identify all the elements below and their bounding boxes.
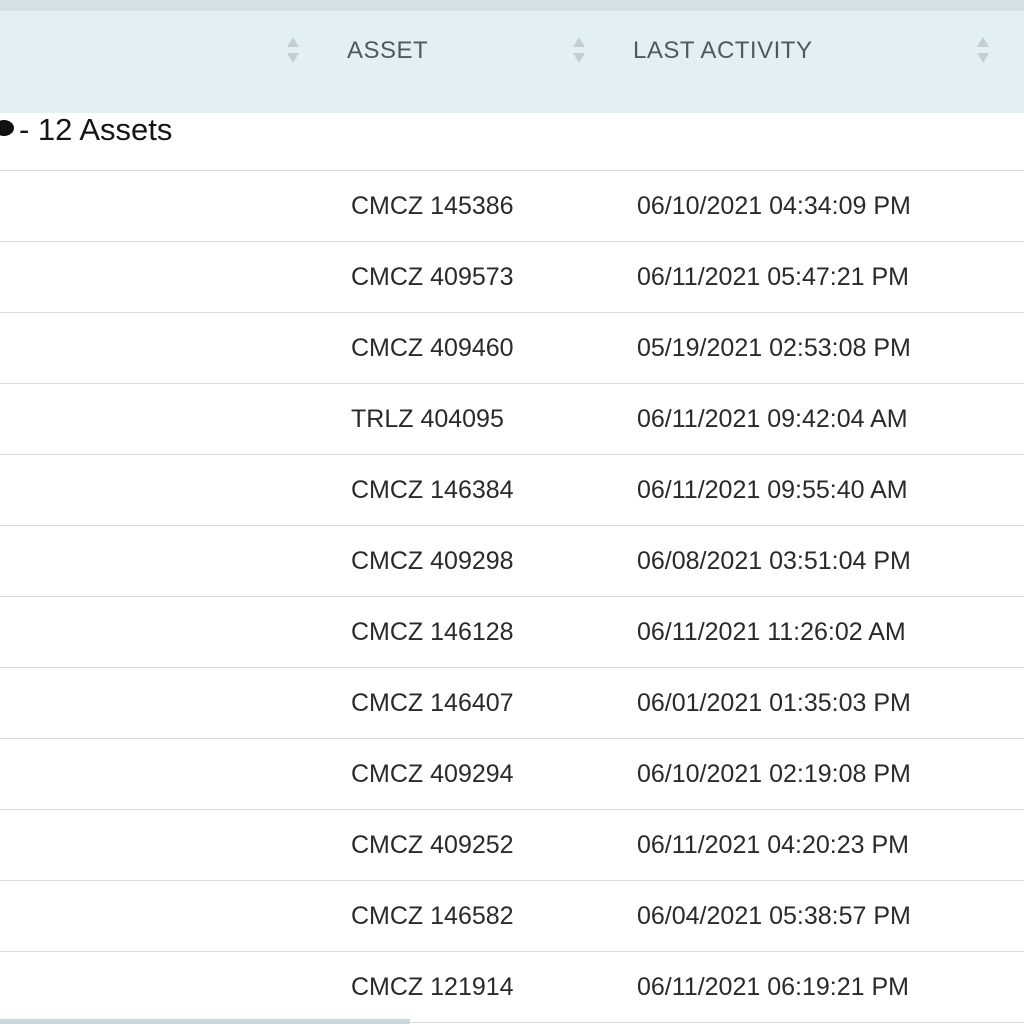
column-header-asset[interactable]: ASSET: [347, 11, 587, 91]
last-activity-cell: 06/11/2021 06:19:21 PM: [637, 973, 909, 1001]
column-header-first[interactable]: [0, 11, 310, 91]
last-activity-cell: 06/01/2021 01:35:03 PM: [637, 689, 911, 717]
asset-cell: CMCZ 409460: [351, 334, 514, 362]
table-row[interactable]: CMCZ 146128 06/11/2021 11:26:02 AM: [0, 597, 1024, 668]
group-label: - 12 Assets: [19, 112, 173, 147]
table-row[interactable]: CMCZ 409294 06/10/2021 02:19:08 PM: [0, 739, 1024, 810]
table-row[interactable]: CMCZ 409573 06/11/2021 05:47:21 PM: [0, 242, 1024, 313]
asset-cell: CMCZ 409573: [351, 263, 514, 291]
column-header-last-activity[interactable]: LAST ACTIVITY: [633, 11, 973, 91]
table-row[interactable]: TRLZ 404095 06/11/2021 09:42:04 AM: [0, 384, 1024, 455]
table-row[interactable]: CMCZ 121914 06/11/2021 06:19:21 PM: [0, 952, 1024, 1023]
last-activity-cell: 06/10/2021 04:34:09 PM: [637, 192, 911, 220]
table-row[interactable]: CMCZ 146582 06/04/2021 05:38:57 PM: [0, 881, 1024, 952]
last-activity-cell: 06/04/2021 05:38:57 PM: [637, 902, 911, 930]
column-header-asset-label: ASSET: [347, 37, 429, 64]
asset-cell: CMCZ 146128: [351, 618, 514, 646]
asset-cell: CMCZ 409252: [351, 831, 514, 859]
table-row[interactable]: CMCZ 146384 06/11/2021 09:55:40 AM: [0, 455, 1024, 526]
last-activity-cell: 06/11/2021 09:55:40 AM: [637, 476, 908, 504]
table-row[interactable]: CMCZ 409298 06/08/2021 03:51:04 PM: [0, 526, 1024, 597]
sort-updown-icon[interactable]: [286, 35, 300, 65]
last-activity-cell: 06/08/2021 03:51:04 PM: [637, 547, 911, 575]
table-row[interactable]: CMCZ 409252 06/11/2021 04:20:23 PM: [0, 810, 1024, 881]
last-activity-cell: 06/11/2021 11:26:02 AM: [637, 618, 906, 646]
table-row[interactable]: CMCZ 146407 06/01/2021 01:35:03 PM: [0, 668, 1024, 739]
table-body: CMCZ 145386 06/10/2021 04:34:09 PM CMCZ …: [0, 171, 1024, 1023]
last-activity-cell: 06/11/2021 04:20:23 PM: [637, 831, 909, 859]
table-row[interactable]: CMCZ 145386 06/10/2021 04:34:09 PM: [0, 171, 1024, 242]
table-row[interactable]: CMCZ 409460 05/19/2021 02:53:08 PM: [0, 313, 1024, 384]
asset-cell: CMCZ 146407: [351, 689, 514, 717]
top-scroll-strip: [0, 0, 1024, 11]
sort-updown-icon[interactable]: [572, 35, 586, 65]
asset-cell: CMCZ 146582: [351, 902, 514, 930]
last-activity-cell: 05/19/2021 02:53:08 PM: [637, 334, 911, 362]
sort-updown-icon[interactable]: [976, 35, 990, 65]
column-header-last-activity-label: LAST ACTIVITY: [633, 37, 813, 64]
asset-cell: CMCZ 121914: [351, 973, 514, 1001]
table-header: ASSET LAST ACTIVITY: [0, 11, 1024, 113]
last-activity-cell: 06/11/2021 09:42:04 AM: [637, 405, 908, 433]
asset-cell: CMCZ 409294: [351, 760, 514, 788]
asset-cell: TRLZ 404095: [351, 405, 504, 433]
horizontal-scrollbar[interactable]: [0, 1019, 410, 1024]
asset-cell: CMCZ 409298: [351, 547, 514, 575]
asset-cell: CMCZ 146384: [351, 476, 514, 504]
last-activity-cell: 06/11/2021 05:47:21 PM: [637, 263, 909, 291]
last-activity-cell: 06/10/2021 02:19:08 PM: [637, 760, 911, 788]
asset-cell: CMCZ 145386: [351, 192, 514, 220]
